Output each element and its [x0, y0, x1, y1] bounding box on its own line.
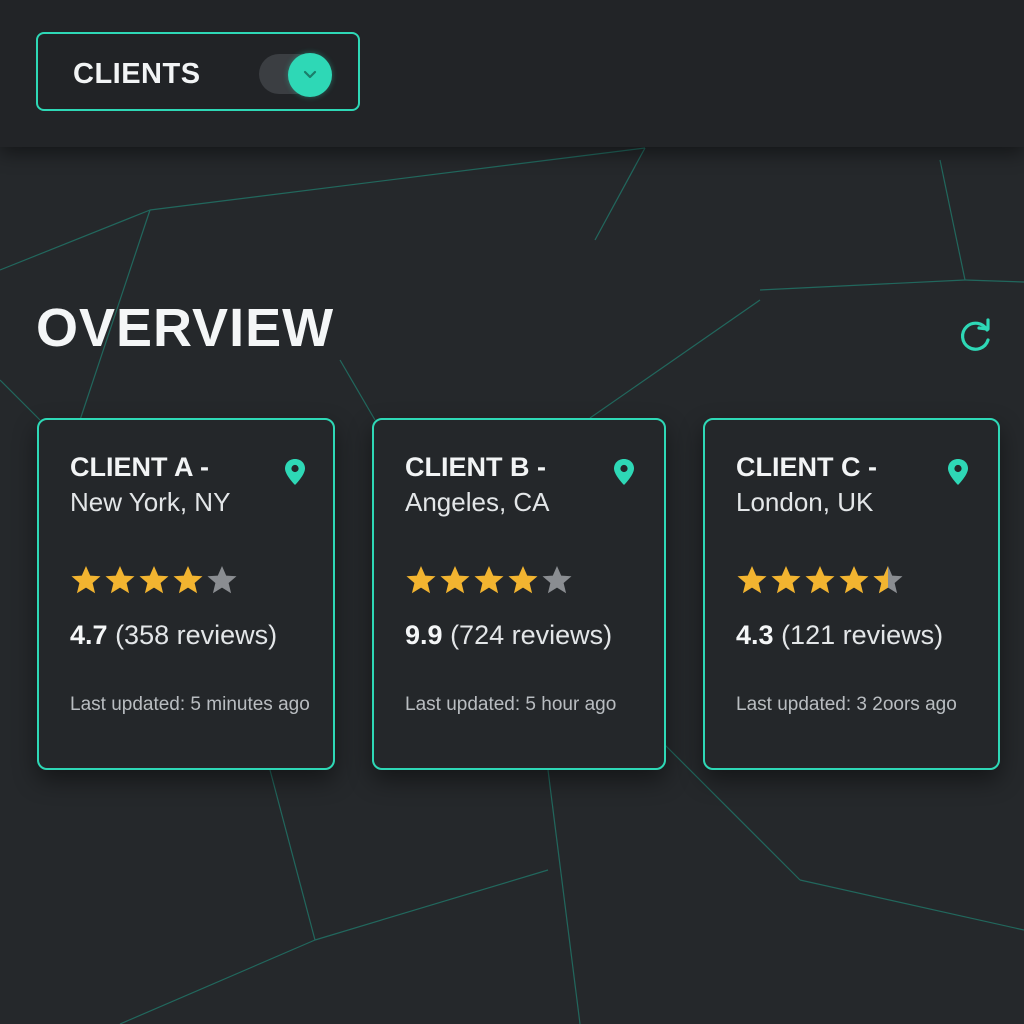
- refresh-icon[interactable]: [955, 316, 995, 356]
- review-count: (358 reviews): [115, 620, 278, 650]
- client-location: London, UK: [736, 487, 874, 517]
- star-empty-icon: [542, 566, 572, 594]
- client-location: New York, NY: [70, 487, 231, 517]
- star-rating: [70, 564, 238, 598]
- client-name: CLIENT B -: [405, 452, 546, 482]
- client-location: Angeles, CA: [405, 487, 550, 517]
- page-title: OVERVIEW: [36, 298, 335, 358]
- client-card[interactable]: CLIENT C - London, UK 4.3 (121 reviews) …: [703, 418, 1000, 770]
- rating-value: 9.9: [405, 620, 443, 650]
- last-updated: Last updated: 5 hour ago: [405, 694, 617, 715]
- client-card[interactable]: CLIENT B - Angeles, CA 9.9 (724 reviews)…: [372, 418, 666, 770]
- star-filled-icon: [839, 566, 869, 594]
- client-card[interactable]: CLIENT A - New York, NY 4.7 (358 reviews…: [37, 418, 335, 770]
- client-name: CLIENT C -: [736, 452, 877, 482]
- rating-line: 4.3 (121 reviews): [736, 620, 943, 651]
- star-filled-icon: [440, 566, 470, 594]
- star-rating: [405, 564, 573, 598]
- client-name: CLIENT A -: [70, 452, 209, 482]
- star-filled-icon: [805, 566, 835, 594]
- last-updated: Last updated: 5 minutes ago: [70, 694, 310, 715]
- star-empty-icon: [207, 566, 237, 594]
- star-filled-icon: [139, 566, 169, 594]
- review-count: (724 reviews): [450, 620, 613, 650]
- star-filled-icon: [474, 566, 504, 594]
- dashboard-page: CLIENTS OVERVIEW CLIENT A - New York, NY…: [0, 0, 1024, 1024]
- top-bar: CLIENTS: [0, 0, 1024, 147]
- location-pin-icon[interactable]: [612, 458, 636, 486]
- chevron-down-icon: [303, 70, 317, 79]
- clients-toggle[interactable]: CLIENTS: [36, 32, 360, 111]
- review-count: (121 reviews): [781, 620, 944, 650]
- location-pin-icon[interactable]: [946, 458, 970, 486]
- star-half-icon: [873, 566, 903, 594]
- star-filled-icon: [71, 566, 101, 594]
- star-filled-icon: [406, 566, 436, 594]
- last-updated: Last updated: 3 2oors ago: [736, 694, 957, 715]
- rating-line: 9.9 (724 reviews): [405, 620, 612, 651]
- star-filled-icon: [771, 566, 801, 594]
- location-pin-icon[interactable]: [283, 458, 307, 486]
- clients-label: CLIENTS: [73, 58, 201, 90]
- rating-line: 4.7 (358 reviews): [70, 620, 277, 651]
- rating-value: 4.7: [70, 620, 108, 650]
- star-rating: [736, 564, 904, 598]
- star-filled-icon: [508, 566, 538, 594]
- star-filled-icon: [737, 566, 767, 594]
- star-filled-icon: [173, 566, 203, 594]
- toggle-knob[interactable]: [288, 53, 332, 97]
- star-filled-icon: [105, 566, 135, 594]
- rating-value: 4.3: [736, 620, 774, 650]
